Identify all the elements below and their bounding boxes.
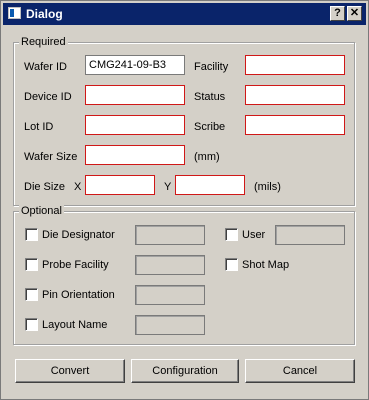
device-id-input[interactable] xyxy=(85,85,185,105)
die-size-y-label: Y xyxy=(164,181,172,193)
window-title: Dialog xyxy=(26,7,63,21)
wafer-size-input[interactable] xyxy=(85,145,185,165)
shot-map-checkbox[interactable] xyxy=(225,258,238,271)
layout-name-checkbox[interactable] xyxy=(25,318,38,331)
die-size-x-input[interactable] xyxy=(85,175,155,195)
cancel-button[interactable]: Cancel xyxy=(245,359,355,383)
scribe-label: Scribe xyxy=(194,121,226,133)
user-label[interactable]: User xyxy=(242,228,265,242)
user-checkbox[interactable] xyxy=(225,228,238,241)
wafer-id-input[interactable] xyxy=(85,55,185,75)
lot-id-input[interactable] xyxy=(85,115,185,135)
status-input[interactable] xyxy=(245,85,345,105)
facility-label: Facility xyxy=(194,61,229,73)
pin-orientation-checkbox[interactable] xyxy=(25,288,38,301)
status-label: Status xyxy=(194,91,226,103)
required-legend: Required xyxy=(19,36,68,48)
die-size-y-input[interactable] xyxy=(175,175,245,195)
close-icon[interactable]: ✕ xyxy=(347,6,362,21)
device-id-label: Device ID xyxy=(24,91,72,103)
wafer-size-label: Wafer Size xyxy=(24,151,78,163)
layout-name-input xyxy=(135,315,205,335)
window-icon xyxy=(8,7,21,19)
probe-facility-label[interactable]: Probe Facility xyxy=(42,258,109,272)
user-input xyxy=(275,225,345,245)
die-designator-label[interactable]: Die Designator xyxy=(42,228,115,242)
die-size-x-label: X xyxy=(74,181,82,193)
convert-button[interactable]: Convert xyxy=(15,359,125,383)
die-size-unit: (mils) xyxy=(254,181,281,193)
probe-facility-checkbox[interactable] xyxy=(25,258,38,271)
scribe-input[interactable] xyxy=(245,115,345,135)
wafer-id-label: Wafer ID xyxy=(24,61,67,73)
dialog-window: Dialog ? ✕ Required Wafer ID Facility De… xyxy=(0,0,369,400)
die-designator-input xyxy=(135,225,205,245)
configuration-button[interactable]: Configuration xyxy=(131,359,239,383)
wafer-size-unit: (mm) xyxy=(194,151,220,163)
help-button[interactable]: ? xyxy=(330,6,345,21)
facility-input[interactable] xyxy=(245,55,345,75)
lot-id-label: Lot ID xyxy=(24,121,54,133)
die-designator-checkbox[interactable] xyxy=(25,228,38,241)
pin-orientation-label[interactable]: Pin Orientation xyxy=(42,288,115,302)
shot-map-label[interactable]: Shot Map xyxy=(242,258,289,272)
title-bar[interactable]: Dialog ? ✕ xyxy=(3,3,366,25)
pin-orientation-input xyxy=(135,285,205,305)
optional-legend: Optional xyxy=(19,205,64,217)
layout-name-label[interactable]: Layout Name xyxy=(42,318,107,332)
die-size-label: Die Size xyxy=(24,181,65,193)
probe-facility-input xyxy=(135,255,205,275)
